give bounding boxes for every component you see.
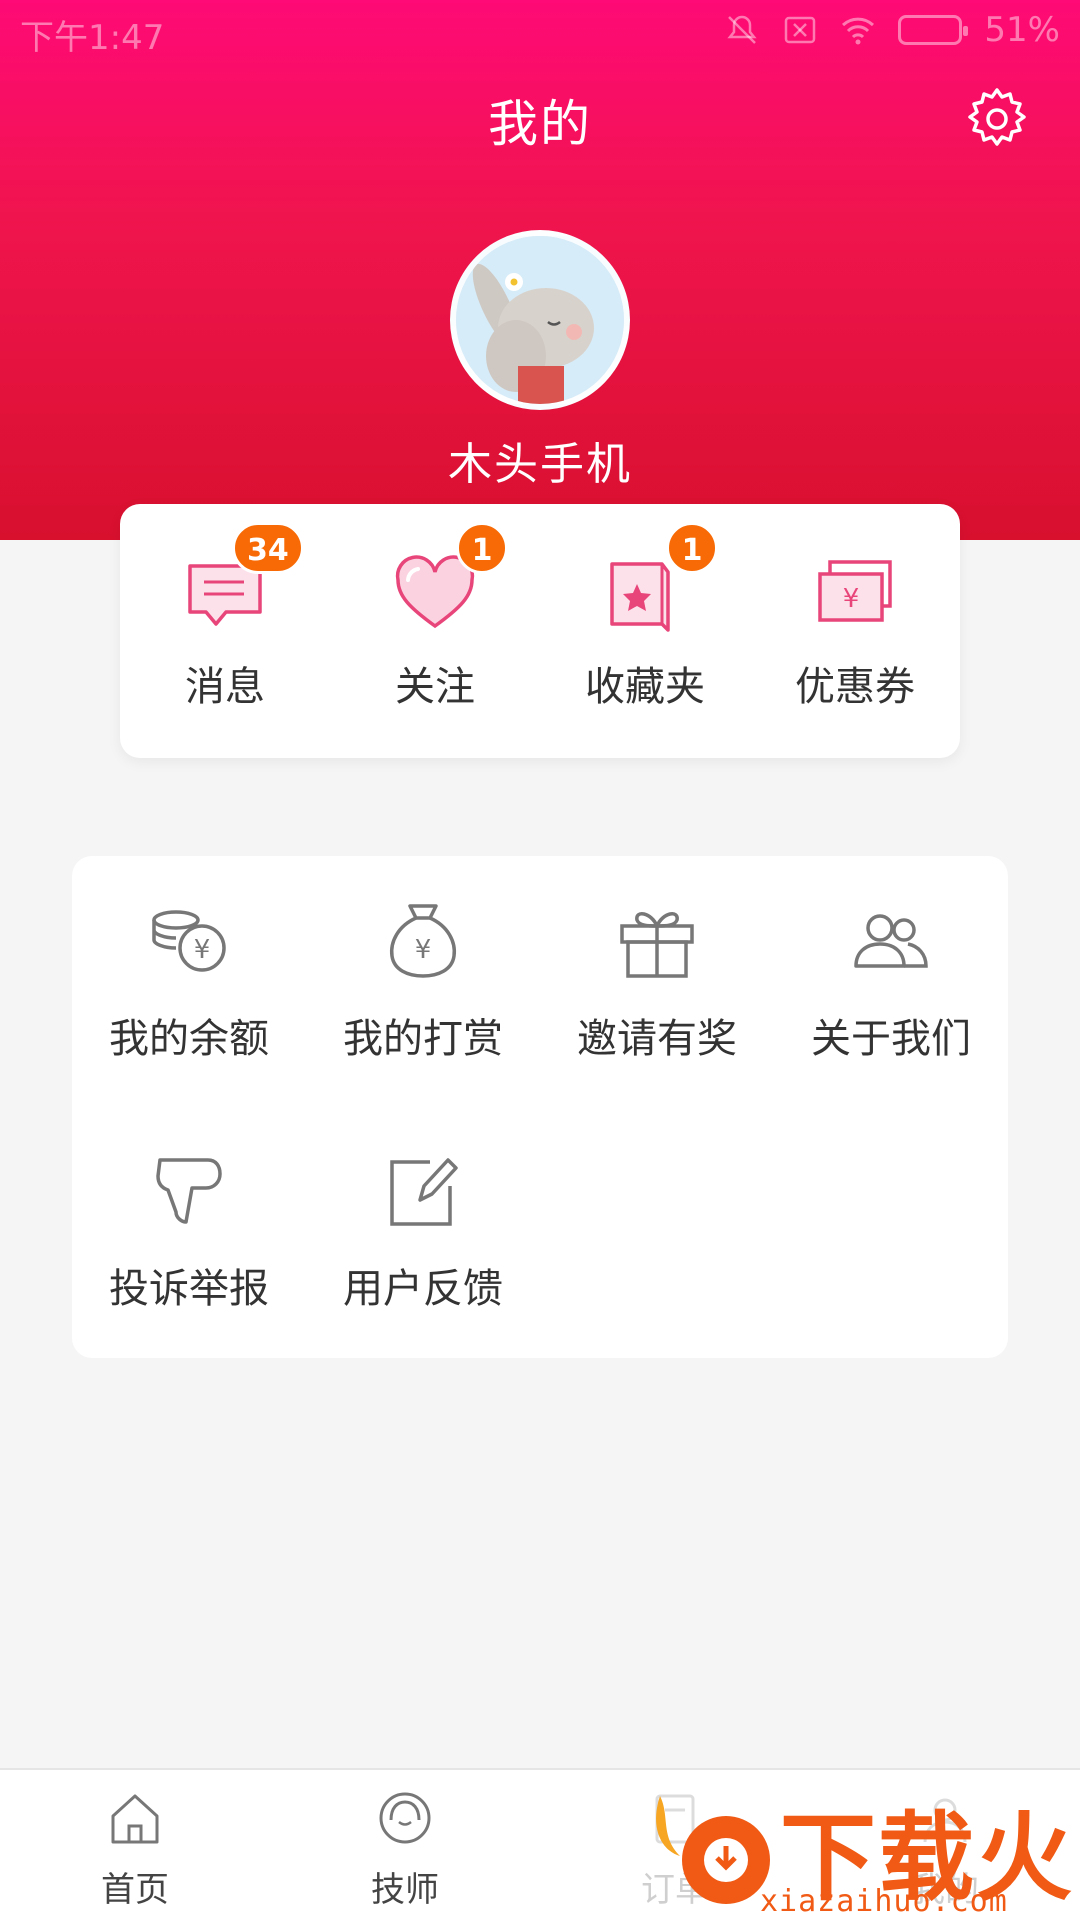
sim-icon [785,16,816,44]
users-icon [854,914,928,968]
watermark-url: xiazaihuo.com [760,1884,1008,1919]
report-button[interactable]: 投诉举报 [72,1106,306,1312]
bunny-avatar-image [456,236,624,404]
coupon-icon: ¥ [818,560,892,622]
about-label: 关于我们 [811,1016,971,1062]
about-button[interactable]: 关于我们 [774,856,1008,1062]
invite-button[interactable]: 邀请有奖 [540,856,774,1062]
balance-button[interactable]: ¥ 我的余额 [72,856,306,1062]
messages-badge: 34 [232,522,304,574]
svg-text:¥: ¥ [843,584,860,614]
follow-badge: 1 [456,522,508,574]
invite-label: 邀请有奖 [577,1016,737,1062]
watermark: 下载火 xiazaihuo.com [640,1770,1080,1920]
technician-icon [379,1792,431,1844]
status-time: 下午1:47 [20,18,165,58]
thumbs-down-icon [156,1158,222,1224]
menu-card: ¥ 我的余额 ¥ 我的打赏 邀请有奖 关于我们 投诉举报 用户反馈 [72,856,1008,1358]
edit-icon [390,1158,458,1226]
balance-label: 我的余额 [109,1016,269,1062]
follow-button[interactable]: 1 关注 [330,504,540,758]
tab-home-label: 首页 [101,1870,169,1910]
battery-icon [898,15,969,45]
coins-yen-icon: ¥ [152,910,226,972]
money-bag-icon: ¥ [389,904,457,978]
favorites-button[interactable]: 1 收藏夹 [540,504,750,758]
coupons-label: 优惠券 [795,664,915,710]
gear-icon[interactable] [962,84,1032,154]
messages-button[interactable]: 34 消息 [120,504,330,758]
favorites-badge: 1 [666,522,718,574]
svg-text:¥: ¥ [415,935,432,965]
svg-text:¥: ¥ [194,935,211,965]
status-bar: 下午1:47 51% [0,0,1080,62]
tab-home[interactable]: 首页 [0,1770,270,1920]
favorites-label: 收藏夹 [585,664,705,710]
tips-label: 我的打赏 [343,1016,503,1062]
tab-technician-label: 技师 [371,1870,439,1910]
avatar[interactable] [450,230,630,410]
gift-icon [620,912,694,978]
feedback-button[interactable]: 用户反馈 [306,1106,540,1312]
messages-label: 消息 [185,664,265,710]
username: 木头手机 [448,439,632,490]
quick-actions-card: 34 消息 1 关注 1 收藏夹 ¥ 优惠券 [120,504,960,758]
tab-technician[interactable]: 技师 [270,1770,540,1920]
battery-level: 51% [984,10,1060,50]
home-icon [111,1794,159,1844]
follow-label: 关注 [395,664,475,710]
tips-button[interactable]: ¥ 我的打赏 [306,856,540,1062]
coupons-button[interactable]: ¥ 优惠券 [750,504,960,758]
feedback-label: 用户反馈 [343,1266,503,1312]
page-title: 我的 [488,95,592,153]
mute-icon [727,15,758,44]
wifi-icon [842,17,875,45]
flame-logo-icon [656,1796,770,1904]
report-label: 投诉举报 [109,1266,269,1312]
